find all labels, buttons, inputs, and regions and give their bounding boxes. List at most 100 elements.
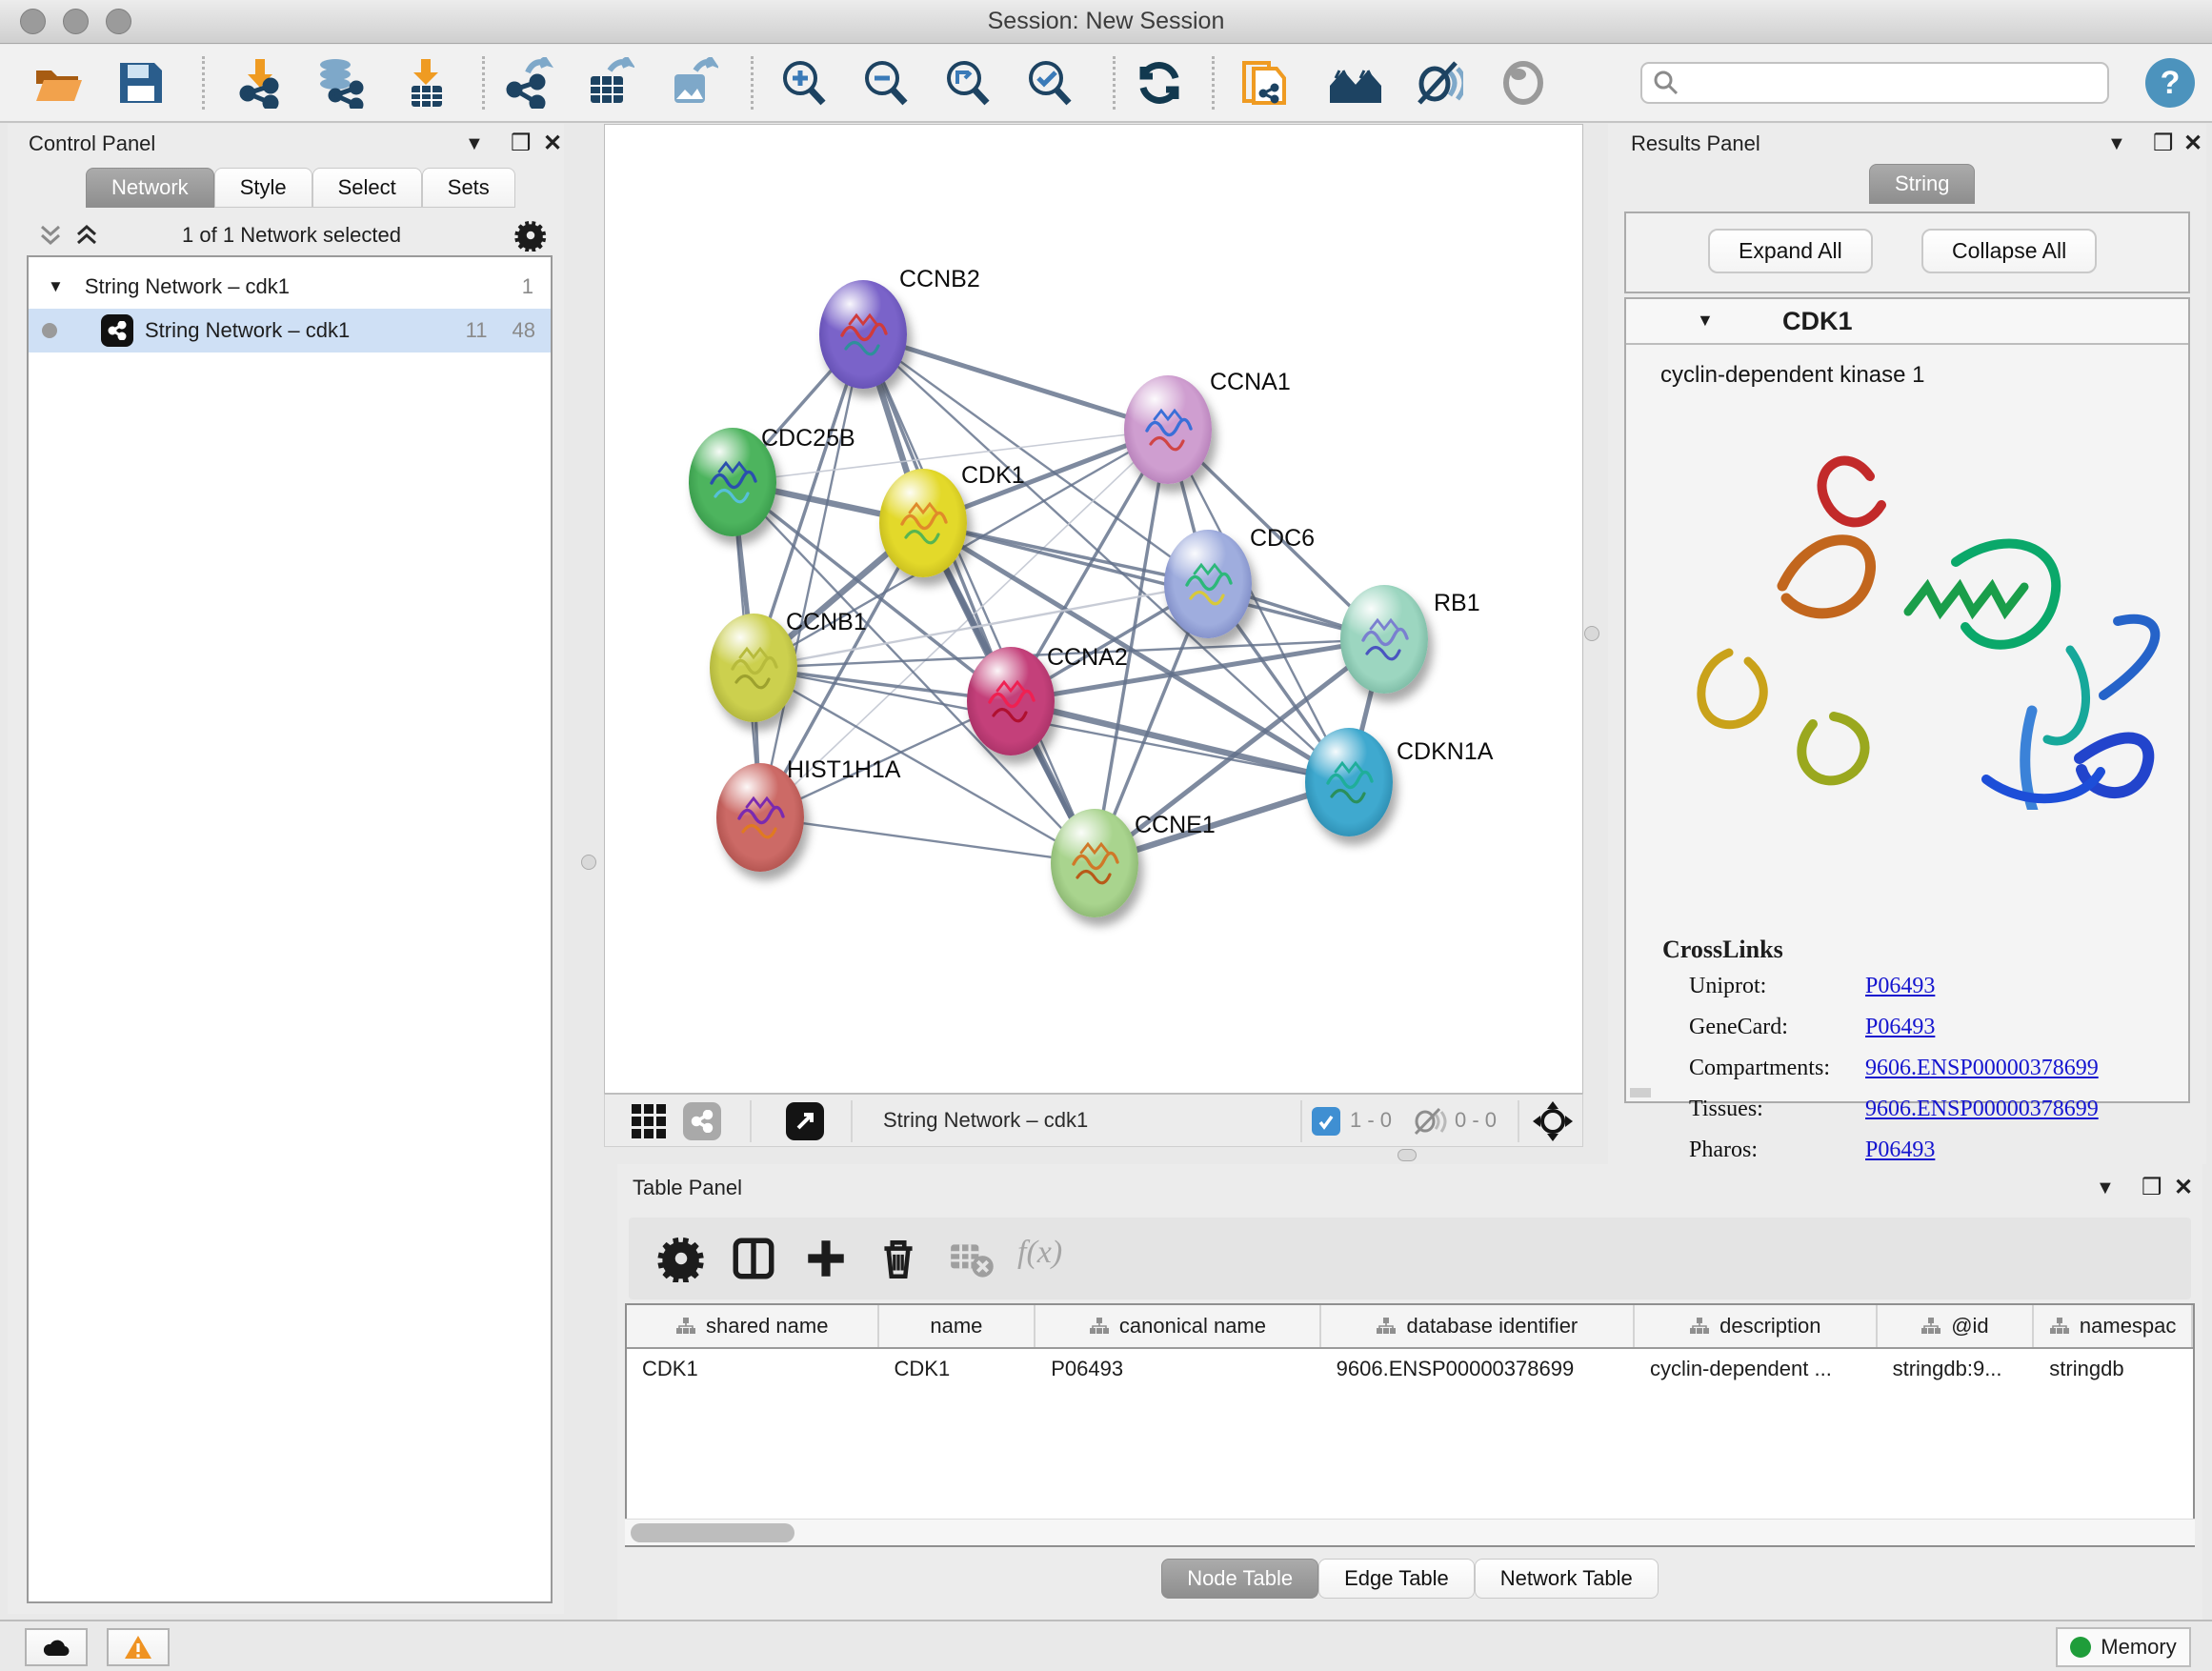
tab-node-table[interactable]: Node Table [1161, 1559, 1318, 1599]
control-panel-tabs: NetworkStyleSelectSets [86, 168, 515, 208]
selected-counts: 1 - 0 [1350, 1108, 1392, 1133]
zoom-fit-icon[interactable] [941, 57, 993, 109]
table-row[interactable]: CDK1CDK1P064939606.ENSP00000378699cyclin… [627, 1349, 2193, 1391]
open-session-icon[interactable] [32, 57, 84, 109]
selected-checkbox-icon[interactable] [1312, 1107, 1340, 1136]
crosslink-link[interactable]: P06493 [1865, 1015, 1935, 1040]
table-cell[interactable]: P06493 [1036, 1349, 1320, 1391]
show-columns-icon[interactable] [730, 1235, 777, 1282]
collapse-section-icon[interactable]: ▼ [1697, 311, 1714, 331]
node-CCNA1[interactable] [1124, 375, 1212, 484]
horizontal-scrollbar[interactable] [625, 1519, 2195, 1545]
crosslink-link[interactable]: P06493 [1865, 1137, 1935, 1163]
delete-column-icon[interactable] [875, 1235, 922, 1282]
memory-button[interactable]: Memory [2056, 1627, 2191, 1667]
table-cell[interactable]: CDK1 [879, 1349, 1036, 1391]
import-database-icon[interactable] [314, 57, 366, 109]
help-button[interactable]: ? [2145, 58, 2195, 108]
save-session-icon[interactable] [114, 57, 166, 109]
crosslink-link[interactable]: 9606.ENSP00000378699 [1865, 1097, 2099, 1122]
gear-icon[interactable] [514, 219, 547, 252]
search-input[interactable] [1679, 66, 2107, 100]
scrollbar-stub[interactable] [1630, 1088, 1651, 1097]
node-CCNE1[interactable] [1051, 809, 1138, 917]
tab-edge-table[interactable]: Edge Table [1318, 1559, 1475, 1599]
export-image-icon[interactable] [667, 57, 718, 109]
grid-view-icon[interactable] [630, 1102, 668, 1140]
column-header-shared-name[interactable]: shared name [627, 1305, 879, 1347]
column-header-database-identifier[interactable]: database identifier [1321, 1305, 1635, 1347]
panel-menu-icon[interactable]: ▼ [2096, 1178, 2115, 1199]
table-cell[interactable]: cyclin-dependent ... [1635, 1349, 1878, 1391]
column-header-namespac[interactable]: namespac [2034, 1305, 2193, 1347]
panel-menu-icon[interactable]: ▼ [465, 133, 484, 155]
close-panel-icon[interactable]: ✕ [2174, 1174, 2193, 1201]
column-header--id[interactable]: @id [1878, 1305, 2035, 1347]
node-CDKN1A[interactable] [1305, 728, 1393, 836]
close-panel-icon[interactable]: ✕ [543, 130, 562, 157]
tab-network[interactable]: Network [86, 168, 214, 208]
zoom-out-icon[interactable] [859, 57, 911, 109]
panel-menu-icon[interactable]: ▼ [2107, 133, 2126, 155]
node-CDC6[interactable] [1164, 530, 1252, 638]
copy-document-icon[interactable] [1238, 57, 1290, 109]
float-panel-icon[interactable]: ❒ [2153, 130, 2174, 157]
expand-all-button[interactable]: Expand All [1708, 229, 1873, 273]
eye-icon[interactable] [1498, 57, 1549, 109]
zoom-in-icon[interactable] [777, 57, 829, 109]
float-panel-icon[interactable]: ❒ [511, 130, 532, 157]
birds-eye-view-icon[interactable] [786, 1102, 824, 1140]
tab-style[interactable]: Style [214, 168, 312, 208]
refresh-icon[interactable] [1134, 57, 1185, 109]
column-header-canonical-name[interactable]: canonical name [1036, 1305, 1320, 1347]
network-list-icon[interactable] [683, 1102, 721, 1140]
node-CDK1[interactable] [879, 469, 967, 577]
import-network-icon[interactable] [234, 57, 286, 109]
gene-section-header[interactable]: ▼ CDK1 [1626, 299, 2188, 345]
edge-CCNB2-CCNA1[interactable] [863, 334, 1168, 430]
export-network-icon[interactable] [503, 57, 554, 109]
node-RB1[interactable] [1340, 585, 1428, 694]
crosslink-link[interactable]: P06493 [1865, 974, 1935, 999]
tab-select[interactable]: Select [312, 168, 422, 208]
node-CCNA2[interactable] [967, 647, 1055, 755]
export-table-icon[interactable] [583, 57, 634, 109]
warning-icon [124, 1635, 152, 1660]
tab-string[interactable]: String [1869, 164, 1975, 204]
left-splitter-handle[interactable] [581, 855, 596, 870]
string-home-icon[interactable] [1326, 57, 1377, 109]
hide-glasses-icon[interactable] [1412, 57, 1463, 109]
table-cell[interactable]: 9606.ENSP00000378699 [1321, 1349, 1635, 1391]
table-cell[interactable]: stringdb:9... [1878, 1349, 2035, 1391]
scrollbar-thumb[interactable] [631, 1523, 794, 1542]
edge-CDK1-RB1[interactable] [923, 523, 1384, 639]
network-collection-row[interactable]: ▼ String Network – cdk1 1 [29, 265, 551, 309]
tab-sets[interactable]: Sets [422, 168, 515, 208]
table-cell[interactable]: stringdb [2034, 1349, 2193, 1391]
search-box[interactable] [1640, 62, 2109, 104]
column-header-description[interactable]: description [1635, 1305, 1878, 1347]
network-row[interactable]: String Network – cdk1 11 48 [29, 309, 551, 352]
close-panel-icon[interactable]: ✕ [2183, 130, 2202, 157]
add-column-icon[interactable] [802, 1235, 850, 1282]
warning-status-button[interactable] [107, 1628, 170, 1666]
edge-HIST1H1A-CCNE1[interactable] [760, 817, 1095, 863]
edge-CCNB2-HIST1H1A[interactable] [760, 334, 863, 817]
zoom-selected-icon[interactable] [1023, 57, 1075, 109]
fit-content-crosshair-icon[interactable] [1531, 1099, 1575, 1143]
import-table-icon[interactable] [400, 57, 452, 109]
cloud-status-button[interactable] [25, 1628, 88, 1666]
collapse-all-button[interactable]: Collapse All [1921, 229, 2097, 273]
right-splitter-handle[interactable] [1584, 626, 1599, 641]
network-canvas[interactable]: CCNB2CCNA1CDC25BCDK1CDC6RB1CCNB1CCNA2CDK… [604, 124, 1583, 1094]
gear-icon[interactable] [657, 1235, 705, 1282]
node-CCNB2[interactable] [819, 280, 907, 389]
crosslink-link[interactable]: 9606.ENSP00000378699 [1865, 1056, 2099, 1081]
collection-expander-icon[interactable]: ▼ [48, 277, 64, 296]
table-cell[interactable]: CDK1 [627, 1349, 879, 1391]
bottom-splitter-handle[interactable] [1398, 1149, 1417, 1161]
column-header-name[interactable]: name [879, 1305, 1036, 1347]
tab-network-table[interactable]: Network Table [1475, 1559, 1659, 1599]
float-panel-icon[interactable]: ❒ [2142, 1174, 2162, 1201]
node-CCNB1[interactable] [710, 614, 797, 722]
